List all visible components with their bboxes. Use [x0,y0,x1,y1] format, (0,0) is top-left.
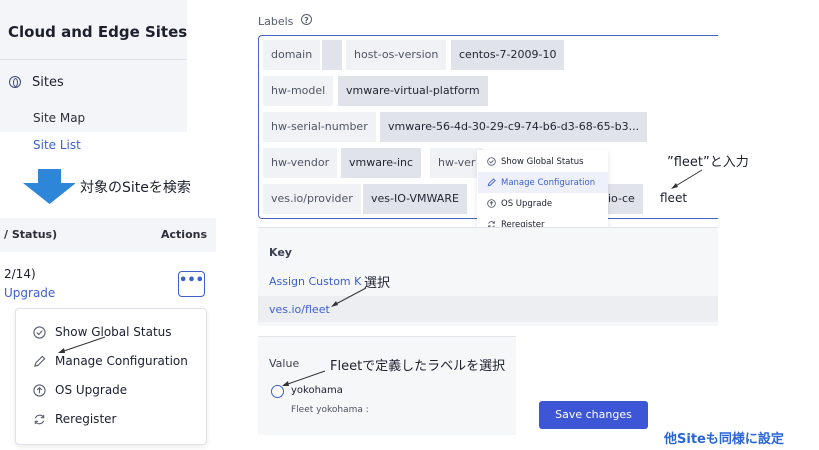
label-chip-value: vmware-56-4d-30-29-c9-74-b6-d3-68-65-b3.… [380,112,648,142]
label-chip-value: ves-IO-VMWARE [363,184,467,214]
help-icon[interactable]: ? [301,14,312,25]
menu-item-label: Manage Configuration [501,178,596,188]
arrow-up-circle-icon [33,384,46,397]
pointer-arrow [58,336,106,353]
labels-caption: Labels [258,15,294,28]
refresh-icon [34,414,45,425]
labels-typed-input[interactable]: fleet [660,191,687,205]
actions-dropdown-menu: Show Global Status Manage Configuration … [15,308,207,445]
radio-description: Fleet yokohama : [291,405,369,415]
pointer-arrow [671,169,703,189]
key-caption: Key [269,246,292,259]
annotation-other-sites: 他Siteも同様に設定 [664,432,784,447]
menu-item-label: Show Global Status [501,157,584,167]
globe-icon [9,76,21,88]
upgrade-link[interactable]: Upgrade [4,286,55,300]
radio-label-yokohama: yokohama [291,385,343,396]
sidebar-item-site-list[interactable]: Site List [33,138,81,152]
label-chip-key: ves.io/provider [263,184,361,214]
sidebar-panel [0,0,187,132]
label-chip-value: vmware-inc [341,148,422,178]
menu-item-label: Manage Configuration [55,354,188,368]
label-chip-key: hw-ver [430,148,484,178]
annotation-search-target: 対象のSiteを検索 [80,180,191,196]
menu-item-label: OS Upgrade [501,199,553,209]
check-circle-icon [487,157,496,166]
menu-item-label: Reregister [55,412,117,426]
row-status-count: 2/14) [4,267,36,281]
arrow-up-circle-icon [487,199,496,208]
sidebar-item-site-map[interactable]: Site Map [33,111,85,125]
label-chip-key: hw-model [263,76,334,106]
down-arrow-icon [23,169,75,204]
label-chip-key: hw-serial-number [263,112,376,142]
actions-menu-button[interactable]: ••• [178,271,205,297]
column-header-actions: Actions [161,228,207,241]
column-header-status: / Status) [4,228,58,241]
sidebar-divider [0,59,187,60]
label-chip-value [322,40,342,70]
label-chip-key: domain [263,40,321,70]
radio-yokohama[interactable] [271,385,284,398]
sidebar-title: Cloud and Edge Sites [8,23,188,41]
label-chip-value: vmware-virtual-platform [338,76,488,106]
pencil-icon [487,178,496,187]
label-chip-key: hw-vendor [263,148,338,178]
label-chip-value: centos-7-2009-10 [451,40,565,70]
pencil-icon [34,355,46,367]
annotation-select-fleet-label: Fleetで定義したラベルを選択 [330,359,506,374]
sidebar-section-sites[interactable]: Sites [32,75,64,90]
pointer-arrow [331,287,367,307]
label-chip-key: host-os-version [346,40,447,70]
save-changes-button[interactable]: Save changes [539,401,648,429]
menu-item-label: OS Upgrade [55,383,128,397]
check-circle-icon [33,326,46,339]
key-option-ves-io-fleet[interactable]: ves.io/fleet [269,303,330,316]
